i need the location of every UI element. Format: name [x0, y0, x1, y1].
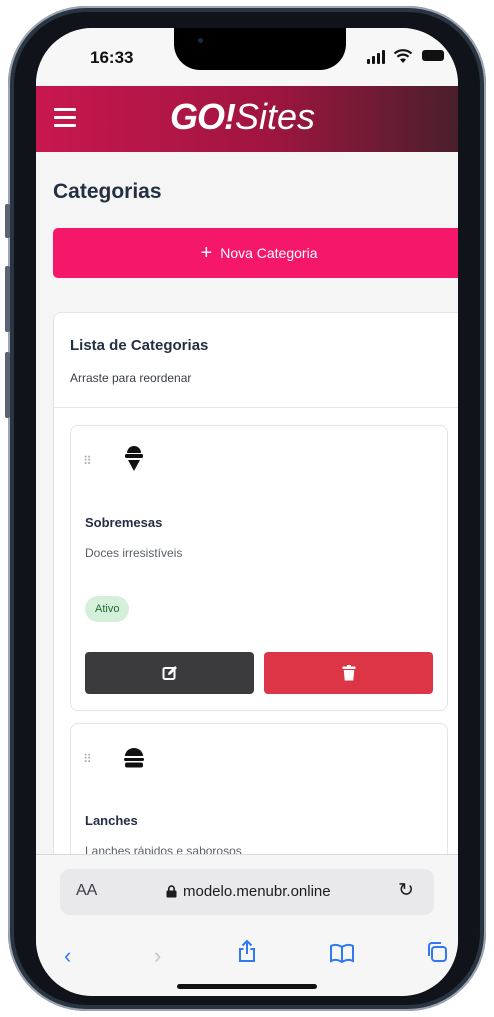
notch [174, 28, 346, 70]
lock-icon [166, 885, 177, 898]
forward-icon[interactable]: › [154, 943, 161, 969]
hamburger-icon [121, 742, 147, 772]
volume-down-button [5, 352, 10, 418]
url-display[interactable]: modelo.menubr.online [166, 883, 331, 900]
bookmarks-icon[interactable] [329, 943, 355, 968]
edit-button[interactable] [85, 652, 254, 694]
tabs-icon[interactable] [426, 941, 448, 968]
status-time: 16:33 [90, 48, 134, 67]
hamburger-menu-icon[interactable] [54, 108, 76, 128]
home-indicator [177, 984, 317, 989]
divider [54, 407, 458, 408]
list-subtitle: Arraste para reordenar [70, 371, 192, 385]
back-icon[interactable]: ‹ [64, 943, 71, 969]
page-title: Categorias [53, 180, 162, 203]
category-item[interactable]: ⠿ Sobremesas Doces irresistíveis Ativo [70, 425, 448, 711]
mute-switch [5, 204, 10, 238]
share-icon[interactable] [237, 939, 257, 968]
category-description: Doces irresistíveis [85, 546, 183, 560]
new-category-label: Nova Categoria [220, 245, 318, 261]
delete-button[interactable] [264, 652, 433, 694]
url-text: modelo.menubr.online [183, 883, 331, 900]
battery-icon [422, 50, 444, 61]
status-bar: 16:33 [36, 28, 458, 86]
category-name: Lanches [85, 813, 138, 828]
category-list-card: Lista de Categorias Arraste para reorden… [53, 312, 458, 945]
drag-handle-icon[interactable]: ⠿ [83, 752, 92, 766]
status-badge: Ativo [85, 596, 130, 622]
ice-cream-icon [121, 444, 147, 474]
list-title: Lista de Categorias [70, 337, 209, 354]
plus-icon: + [200, 241, 213, 264]
reload-icon[interactable]: ↻ [398, 879, 414, 902]
trash-icon [342, 665, 355, 681]
volume-up-button [5, 266, 10, 332]
drag-handle-icon[interactable]: ⠿ [83, 454, 92, 468]
app-header: GO!Sites [36, 86, 458, 152]
edit-icon [162, 666, 177, 680]
wifi-icon [393, 48, 413, 64]
new-category-button[interactable]: + Nova Categoria [53, 228, 458, 278]
browser-toolbar: AA modelo.menubr.online ↻ ‹ › [36, 854, 458, 996]
text-size-button[interactable]: AA [76, 882, 97, 900]
category-name: Sobremesas [85, 515, 163, 530]
phone-screen: 16:33 GO!Sites Categorias + Nova Categor… [36, 28, 458, 996]
address-bar[interactable]: AA modelo.menubr.online ↻ [60, 869, 434, 915]
gosites-logo[interactable]: GO!Sites [170, 96, 315, 138]
front-camera [198, 38, 203, 43]
